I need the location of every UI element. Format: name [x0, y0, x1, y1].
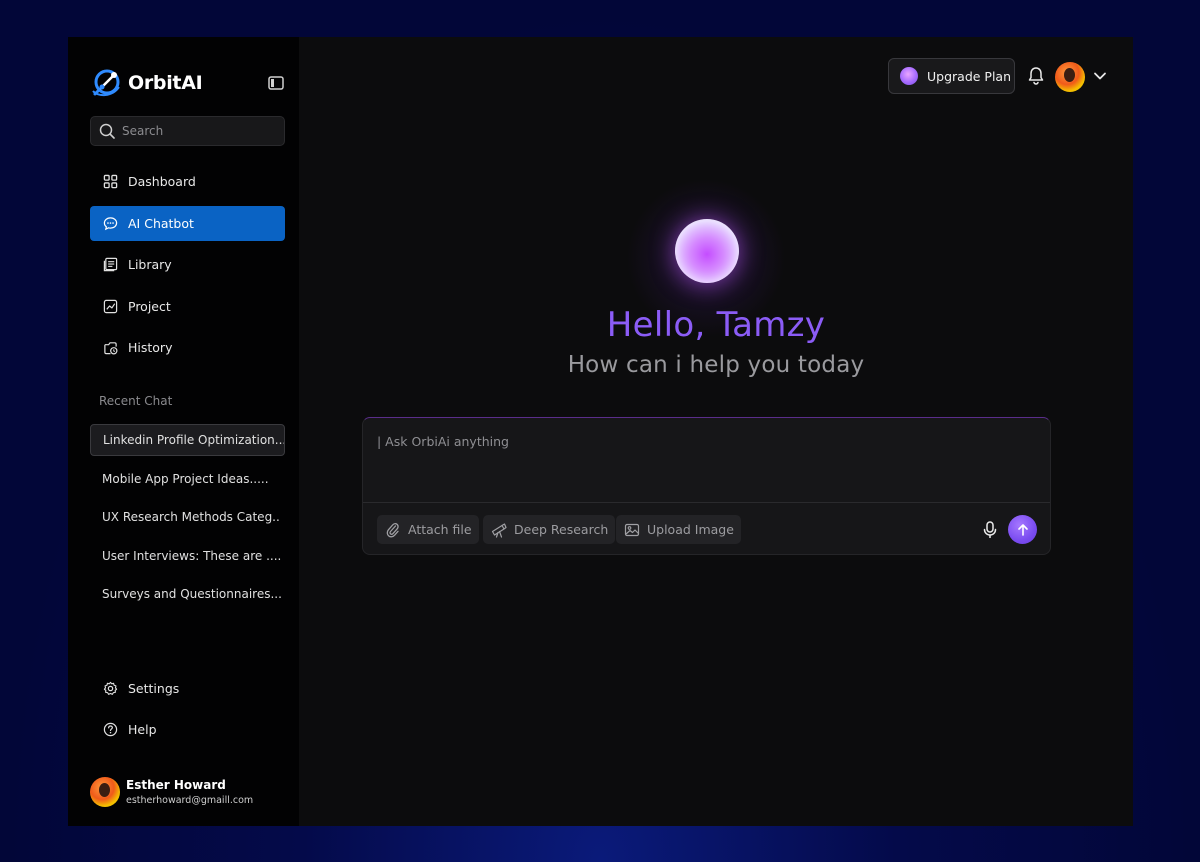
nav-label: History [128, 340, 173, 355]
recent-chat-list: Linkedin Profile Optimization... Mobile … [90, 424, 285, 617]
recent-chat-item[interactable]: UX Research Methods Categ.. [90, 501, 285, 533]
send-button[interactable] [1008, 515, 1037, 544]
library-icon [103, 257, 118, 272]
recent-chat-item[interactable]: Linkedin Profile Optimization... [90, 424, 285, 456]
image-icon [624, 523, 640, 536]
brand[interactable]: OrbitAI [90, 67, 203, 99]
telescope-icon [491, 522, 507, 538]
nav-label: Project [128, 298, 171, 314]
sidebar-toggle-icon[interactable] [268, 76, 284, 90]
upload-image-button[interactable]: Upload Image [616, 515, 741, 544]
nav-label: AI Chatbot [128, 215, 194, 231]
nav-label: Library [128, 257, 172, 272]
nav-item-project[interactable]: Project [90, 289, 285, 324]
nav-item-dashboard[interactable]: Dashboard [90, 164, 285, 199]
upload-label: Upload Image [647, 522, 734, 537]
nav-label: Help [128, 722, 157, 737]
deep-research-button[interactable]: Deep Research [483, 515, 616, 544]
main-nav: Dashboard AI Chatbot Library Project His… [90, 164, 285, 372]
greeting-title: Hello, Tamzy [606, 305, 826, 345]
nav-item-help[interactable]: Help [90, 712, 285, 747]
arrow-up-icon [1017, 523, 1028, 536]
nav-item-ai-chatbot[interactable]: AI Chatbot [90, 205, 285, 241]
research-label: Deep Research [514, 522, 609, 537]
chat-composer: Attach file Deep Research Upload Image [362, 417, 1051, 555]
recent-chat-heading: Recent Chat [99, 394, 173, 408]
search-box[interactable] [90, 116, 285, 146]
nav-item-history[interactable]: History [90, 330, 285, 365]
attach-label: Attach file [408, 522, 472, 537]
orbit-logo-icon [92, 69, 120, 97]
recent-chat-item[interactable]: User Interviews: These are .... [90, 540, 285, 572]
recent-chat-item[interactable]: Mobile App Project Ideas..... [90, 463, 285, 495]
nav-item-settings[interactable]: Settings [90, 671, 285, 706]
nav-label: Settings [128, 681, 180, 696]
bottom-nav: Settings Help [90, 671, 285, 753]
upgrade-plan-button[interactable]: Upgrade Plan [888, 58, 1015, 94]
prompt-input[interactable] [377, 434, 1037, 494]
search-icon [99, 123, 115, 139]
profile-email: estherhoward@gmaill.com [126, 795, 254, 806]
chart-icon [103, 299, 118, 313]
orb-icon [900, 67, 918, 85]
user-avatar[interactable] [1055, 62, 1085, 92]
chat-bubble-icon [103, 216, 118, 230]
sidebar: OrbitAI Dashboard [68, 37, 299, 826]
search-input[interactable] [122, 124, 272, 138]
user-profile[interactable]: Esther Howard estherhoward@gmaill.com [90, 777, 253, 807]
bell-icon[interactable] [1027, 66, 1045, 86]
recent-chat-item[interactable]: Surveys and Questionnaires... [90, 578, 285, 610]
app-window: OrbitAI Dashboard [68, 37, 1133, 826]
dashboard-icon [103, 174, 118, 189]
assistant-orb [675, 219, 739, 283]
avatar [90, 777, 120, 807]
gear-icon [103, 681, 118, 695]
history-icon [104, 342, 118, 355]
chevron-down-icon[interactable] [1093, 70, 1107, 82]
microphone-icon[interactable] [982, 521, 998, 539]
nav-label: Dashboard [128, 174, 196, 189]
paperclip-icon [386, 522, 399, 537]
attach-file-button[interactable]: Attach file [377, 515, 479, 544]
divider [363, 502, 1050, 503]
nav-item-library[interactable]: Library [90, 247, 285, 282]
brand-name: OrbitAI [128, 72, 203, 94]
main-content: Upgrade Plan Hello, Tamzy How can i help… [299, 37, 1133, 826]
greeting-subtitle: How can i help you today [567, 352, 865, 378]
help-icon [103, 722, 118, 737]
upgrade-label: Upgrade Plan [927, 68, 1012, 84]
profile-name: Esther Howard [126, 778, 226, 792]
